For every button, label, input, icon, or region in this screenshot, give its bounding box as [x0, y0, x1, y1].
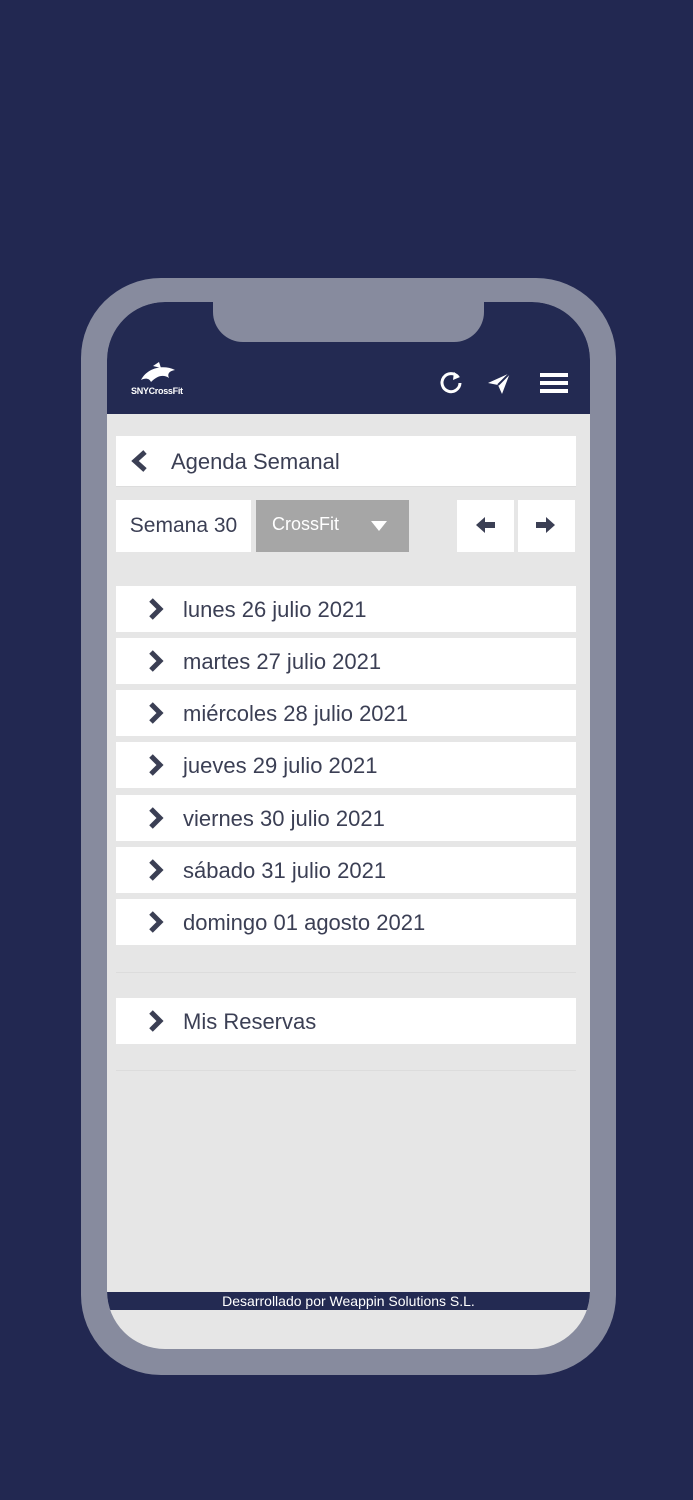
page-title: Agenda Semanal — [171, 449, 340, 474]
day-item-monday[interactable]: lunes 26 julio 2021 — [116, 586, 576, 632]
day-item-wednesday[interactable]: miércoles 28 julio 2021 — [116, 690, 576, 736]
app-screen: SNYCrossFit Agenda Semanal Semana 30 Cro… — [107, 302, 590, 1349]
day-label: domingo 01 agosto 2021 — [183, 910, 426, 935]
caret-down-icon — [371, 521, 387, 531]
day-item-saturday[interactable]: sábado 31 julio 2021 — [116, 847, 576, 893]
phone-notch — [213, 302, 484, 342]
logo-text: SNYCrossFit — [131, 386, 183, 396]
chevron-right-icon — [149, 650, 164, 672]
chevron-right-icon — [149, 807, 164, 829]
chevron-right-icon — [149, 859, 164, 881]
next-week-button[interactable] — [518, 500, 575, 552]
chevron-right-icon — [149, 911, 164, 933]
chevron-right-icon — [149, 1010, 164, 1032]
my-reservations-item[interactable]: Mis Reservas — [116, 998, 576, 1044]
day-label: miércoles 28 julio 2021 — [183, 701, 409, 726]
prev-week-button[interactable] — [457, 500, 514, 552]
activity-select-value: CrossFit — [272, 514, 339, 534]
refresh-icon[interactable] — [436, 368, 466, 398]
chevron-left-icon[interactable] — [130, 450, 150, 472]
page-title-bar: Agenda Semanal — [116, 436, 576, 486]
arrow-right-icon — [536, 517, 555, 533]
day-item-tuesday[interactable]: martes 27 julio 2021 — [116, 638, 576, 684]
menu-icon[interactable] — [538, 368, 568, 398]
divider — [116, 972, 576, 973]
day-item-friday[interactable]: viernes 30 julio 2021 — [116, 795, 576, 841]
day-label: martes 27 julio 2021 — [183, 649, 382, 674]
chevron-right-icon — [149, 702, 164, 724]
day-item-sunday[interactable]: domingo 01 agosto 2021 — [116, 899, 576, 945]
day-item-thursday[interactable]: jueves 29 julio 2021 — [116, 742, 576, 788]
arrow-left-icon — [476, 517, 495, 533]
divider — [116, 1070, 576, 1071]
week-label: Semana 30 — [116, 500, 251, 552]
chevron-right-icon — [149, 754, 164, 776]
day-label: viernes 30 julio 2021 — [183, 806, 385, 831]
my-reservations-label: Mis Reservas — [183, 1009, 317, 1034]
chevron-right-icon — [149, 598, 164, 620]
day-label: sábado 31 julio 2021 — [183, 858, 387, 883]
day-label: jueves 29 julio 2021 — [183, 753, 378, 778]
footer-credit: Desarrollado por Weappin Solutions S.L. — [107, 1292, 590, 1310]
activity-select[interactable]: CrossFit — [256, 500, 409, 552]
send-icon[interactable] — [484, 368, 514, 398]
day-label: lunes 26 julio 2021 — [183, 597, 367, 622]
